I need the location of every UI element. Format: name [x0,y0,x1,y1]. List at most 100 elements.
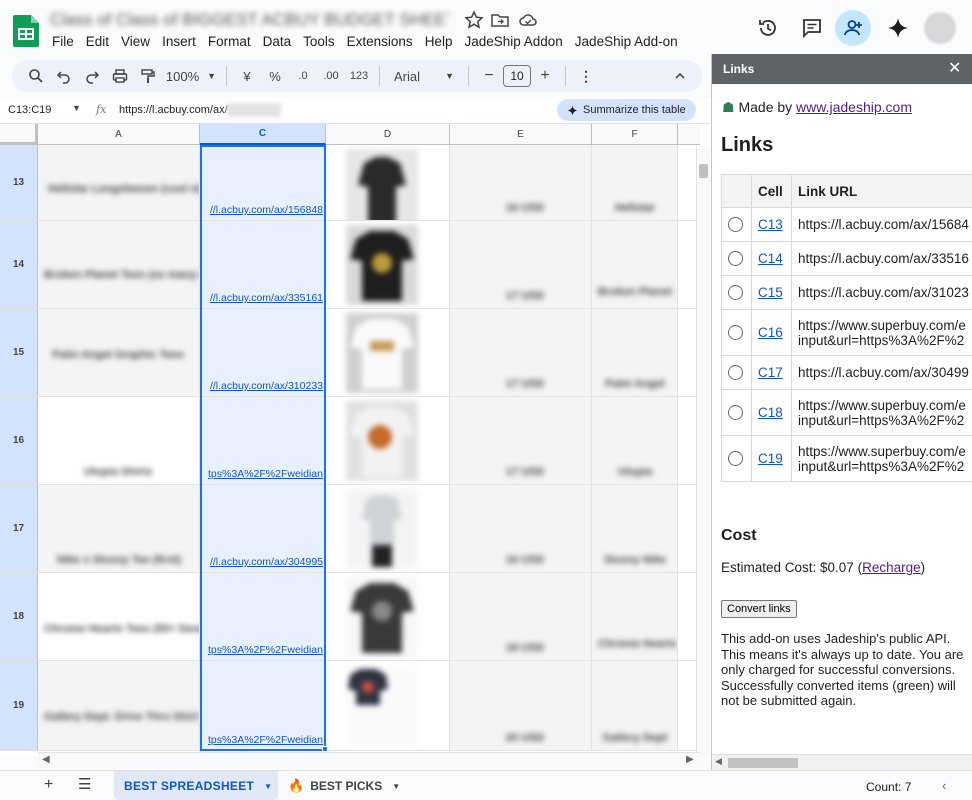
chevron-down-icon[interactable]: ▼ [264,782,272,791]
cell-c[interactable]: tps%3A%2F%2Fweidian [200,573,326,660]
cell-a[interactable]: Palm Angel Graphic Tees [38,309,200,396]
cell-c[interactable]: //l.acbuy.com/ax/304995 [200,485,326,572]
search-menus-icon[interactable] [24,64,48,88]
cell-f[interactable]: Hellstar [592,145,678,220]
menu-help[interactable]: Help [419,32,459,51]
increase-decimal-button[interactable]: .00 [319,64,343,88]
cell-c[interactable]: //l.acbuy.com/ax/335161 [200,221,326,308]
cell-f[interactable]: Stussy Nike [592,485,678,572]
cell-ref-link[interactable]: C15 [758,285,783,300]
star-icon[interactable] [464,10,484,30]
menu-insert[interactable]: Insert [156,32,202,51]
sheets-logo-icon[interactable] [13,15,39,47]
cell-link[interactable]: tps%3A%2F%2Fweidian [208,734,323,746]
cell-ref-link[interactable]: C16 [758,325,783,340]
cell-link[interactable]: //l.acbuy.com/ax/304995 [210,556,323,568]
chevron-down-icon[interactable]: ▼ [72,103,81,113]
link-radio[interactable] [728,451,743,467]
sidebar-horizontal-scrollbar[interactable]: ◀ [712,754,972,770]
jadeship-link[interactable]: www.jadeship.com [796,99,912,115]
cell-d-image[interactable] [326,309,450,396]
link-radio[interactable] [728,251,743,267]
cell-c[interactable]: //l.acbuy.com/ax/310233 [200,309,326,396]
cell-d-image[interactable] [326,145,450,220]
move-folder-icon[interactable] [490,10,510,30]
font-select[interactable]: Arial ▼ [388,64,460,88]
cloud-status-icon[interactable] [518,10,538,30]
font-size-input[interactable]: 10 [503,65,531,87]
paint-format-icon[interactable] [136,64,160,88]
gemini-button[interactable] [880,10,916,46]
cell-ref-link[interactable]: C19 [758,451,783,466]
row-header[interactable]: 18 [0,573,38,660]
name-box[interactable]: C13:C19 [8,104,51,116]
menu-edit[interactable]: Edit [80,32,115,51]
zoom-select[interactable]: 100% ▼ [164,64,218,88]
decrease-decimal-button[interactable]: .0 [291,64,315,88]
scroll-right-icon[interactable]: ▶ [686,754,694,765]
chevron-left-icon[interactable]: ‹ [942,778,946,793]
cell-c[interactable]: tps%3A%2F%2Fweidian [200,661,326,750]
close-icon[interactable]: ✕ [948,58,961,78]
cell-e[interactable]: 17 USD [450,309,592,396]
sheet-tab-best-spreadsheet[interactable]: BEST SPREADSHEET ▼ [114,771,278,800]
print-icon[interactable] [108,64,132,88]
cell-a[interactable]: Nike x Stussy Tee (first) [38,485,200,572]
menu-jadeship-add-on[interactable]: JadeShip Add-on [569,32,684,51]
cell-e[interactable]: 16 USD [450,145,592,220]
increase-font-size-icon[interactable]: + [533,64,557,88]
link-radio[interactable] [728,365,743,381]
cell-d-image[interactable] [326,661,450,750]
menu-jadeship-addon[interactable]: JadeShip Addon [458,32,568,51]
percent-format-button[interactable]: % [263,64,287,88]
menu-file[interactable]: File [46,32,80,51]
cell-e[interactable]: 16 USD [450,485,592,572]
row-header[interactable]: 15 [0,309,38,396]
more-formats-button[interactable]: 123 [347,64,371,88]
more-options-icon[interactable]: ⋮ [574,64,598,88]
horizontal-scrollbar[interactable]: ◀ ▶ [38,752,700,768]
document-title[interactable]: Class of Class of BIGGEST ACBUY BUDGET S… [50,8,450,32]
cell-link[interactable]: //l.acbuy.com/ax/156848 [210,204,323,216]
cell-f[interactable]: Broken Planet [592,221,678,308]
column-header-f[interactable]: F [592,124,678,145]
select-all-corner[interactable] [0,124,38,145]
cell-e[interactable]: 17 USD [450,221,592,308]
version-history-button[interactable] [750,10,786,46]
undo-icon[interactable] [52,64,76,88]
cell-link[interactable]: //l.acbuy.com/ax/335161 [210,292,323,304]
row-header[interactable]: 17 [0,485,38,572]
cell-d-image[interactable] [326,485,450,572]
selection-count[interactable]: Count: 7 [866,780,911,794]
sheet-tab-best-picks[interactable]: 🔥 BEST PICKS ▼ [288,771,400,800]
cell-a[interactable]: Gallery Dept. Drive Thru Shirt (so fire) [38,661,200,750]
link-radio[interactable] [728,217,743,233]
recharge-link[interactable]: Recharge [862,560,921,575]
cell-link[interactable]: //l.acbuy.com/ax/310233 [210,380,323,392]
comments-button[interactable] [794,10,830,46]
cell-f[interactable]: Utopia [592,397,678,484]
scroll-left-icon[interactable]: ◀ [715,756,722,767]
cell-ref-link[interactable]: C17 [758,365,783,380]
spreadsheet-grid[interactable]: A C D E F 13 Hellstar Longsleeves (cool … [0,124,710,756]
menu-tools[interactable]: Tools [297,32,341,51]
cell-f[interactable]: Chrome Hearts [592,573,678,660]
cell-ref-link[interactable]: C13 [758,217,783,232]
cell-a[interactable]: Broken Planet Tees (so many designs) [38,221,200,308]
menu-format[interactable]: Format [202,32,257,51]
vertical-scrollbar[interactable] [696,146,710,756]
decrease-font-size-icon[interactable]: − [477,64,501,88]
row-header[interactable]: 14 [0,221,38,308]
summarize-table-button[interactable]: Summarize this table [557,99,696,121]
add-sheet-icon[interactable]: + [44,776,53,794]
cell-e[interactable]: 18 USD [450,573,592,660]
chevron-down-icon[interactable]: ▼ [392,782,400,791]
link-radio[interactable] [728,325,743,341]
cell-ref-link[interactable]: C14 [758,251,783,266]
cell-e[interactable]: 17 USD [450,397,592,484]
column-header-e[interactable]: E [450,124,592,145]
menu-extensions[interactable]: Extensions [341,32,419,51]
cell-a[interactable]: Chrome Hearts Tees (50+ Designs) [38,573,200,660]
scroll-left-icon[interactable]: ◀ [42,754,50,765]
cell-c[interactable]: //l.acbuy.com/ax/156848 [200,145,326,220]
